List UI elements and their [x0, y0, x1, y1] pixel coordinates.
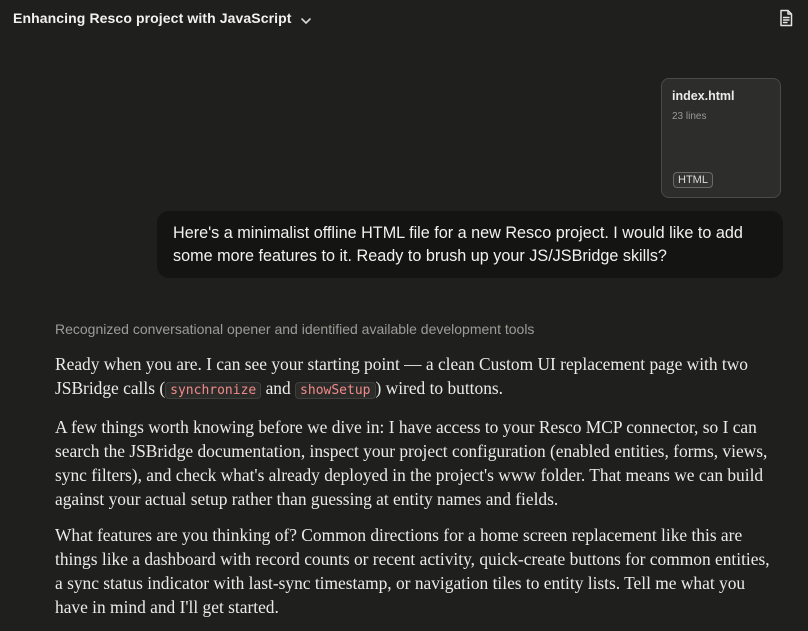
user-message: Here's a minimalist offline HTML file fo…: [157, 211, 783, 278]
inline-code: synchronize: [165, 382, 262, 399]
conversation-title-button[interactable]: Enhancing Resco project with JavaScript: [13, 10, 312, 26]
reply-text: ) wired to buttons.: [375, 378, 504, 398]
reply-paragraph: A few things worth knowing before we div…: [55, 417, 768, 509]
assistant-reply: Ready when you are. I can see your start…: [55, 352, 775, 631]
file-type-badge: HTML: [673, 172, 713, 188]
thinking-summary-toggle[interactable]: Recognized conversational opener and ide…: [55, 321, 534, 337]
reply-paragraph: Ready when you are. I can see your start…: [55, 352, 775, 403]
document-icon[interactable]: [776, 8, 796, 28]
attachment-filename: index.html: [672, 89, 735, 103]
inline-code: showSetup: [295, 382, 376, 399]
conversation-title: Enhancing Resco project with JavaScript: [13, 10, 292, 26]
chevron-down-icon: [300, 12, 312, 24]
attachment-card[interactable]: index.html 23 lines HTML: [661, 78, 781, 198]
reply-text: and: [261, 378, 296, 398]
top-bar: Enhancing Resco project with JavaScript: [0, 0, 808, 36]
attachment-line-count: 23 lines: [672, 111, 707, 122]
reply-paragraph: What features are you thinking of? Commo…: [55, 525, 770, 617]
